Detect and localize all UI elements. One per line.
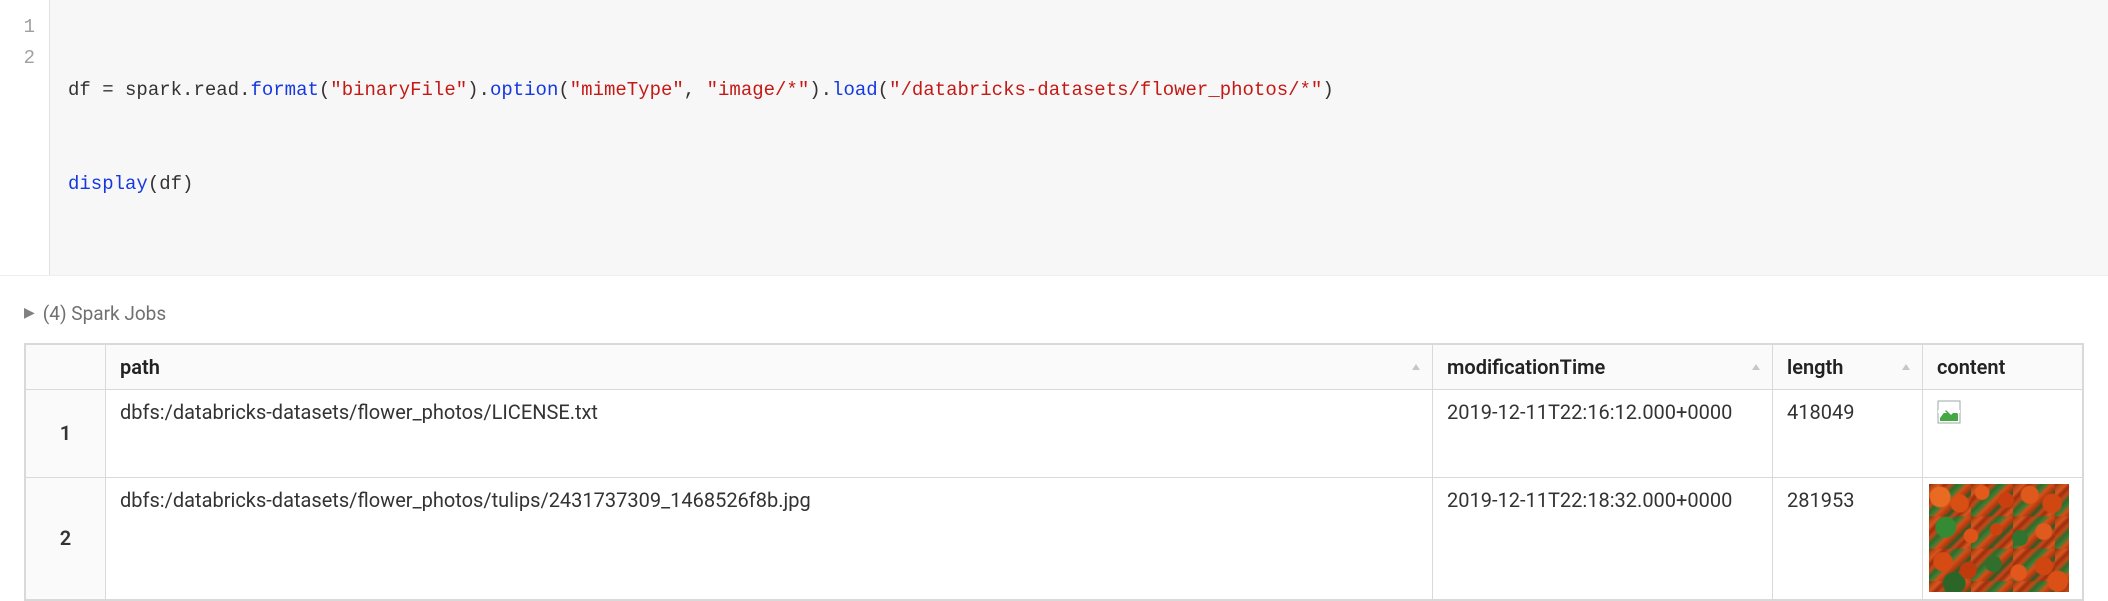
cell-length[interactable]: 418049 [1773, 389, 1923, 477]
result-table: path modificationTime length [24, 343, 2084, 601]
code-line: display(df) [68, 169, 2090, 200]
column-header-modificationtime[interactable]: modificationTime [1433, 344, 1773, 389]
column-header-content[interactable]: content [1923, 344, 2083, 389]
code-editor[interactable]: df = spark.read.format("binaryFile").opt… [50, 0, 2108, 275]
line-number: 1 [8, 12, 35, 43]
code-line: df = spark.read.format("binaryFile").opt… [68, 75, 2090, 106]
row-number: 2 [26, 477, 106, 599]
sort-icon [1900, 355, 1912, 379]
column-header-path[interactable]: path [106, 344, 1433, 389]
cell-path[interactable]: dbfs:/databricks-datasets/flower_photos/… [106, 477, 1433, 599]
spark-jobs-label: (4) Spark Jobs [43, 302, 166, 325]
row-number: 1 [26, 389, 106, 477]
triangle-right-icon: ▶ [24, 305, 35, 321]
line-gutter: 1 2 [0, 0, 50, 275]
cell-modificationtime[interactable]: 2019-12-11T22:16:12.000+0000 [1433, 389, 1773, 477]
cell-length[interactable]: 281953 [1773, 477, 1923, 599]
cell-modificationtime[interactable]: 2019-12-11T22:18:32.000+0000 [1433, 477, 1773, 599]
table-header-row: path modificationTime length [26, 344, 2083, 389]
code-cell[interactable]: 1 2 df = spark.read.format("binaryFile")… [0, 0, 2108, 276]
sort-icon [1410, 355, 1422, 379]
cell-content[interactable] [1923, 477, 2083, 599]
table-row: 1 dbfs:/databricks-datasets/flower_photo… [26, 389, 2083, 477]
cell-path[interactable]: dbfs:/databricks-datasets/flower_photos/… [106, 389, 1433, 477]
image-thumbnail [1929, 484, 2069, 592]
table-row: 2 dbfs:/databricks-datasets/flower_photo… [26, 477, 2083, 599]
row-number-header [26, 344, 106, 389]
spark-jobs-toggle[interactable]: ▶ (4) Spark Jobs [24, 302, 2108, 325]
cell-content[interactable] [1923, 389, 2083, 477]
line-number: 2 [8, 43, 35, 74]
sort-icon [1750, 355, 1762, 379]
column-header-length[interactable]: length [1773, 344, 1923, 389]
broken-image-icon [1937, 400, 2068, 424]
